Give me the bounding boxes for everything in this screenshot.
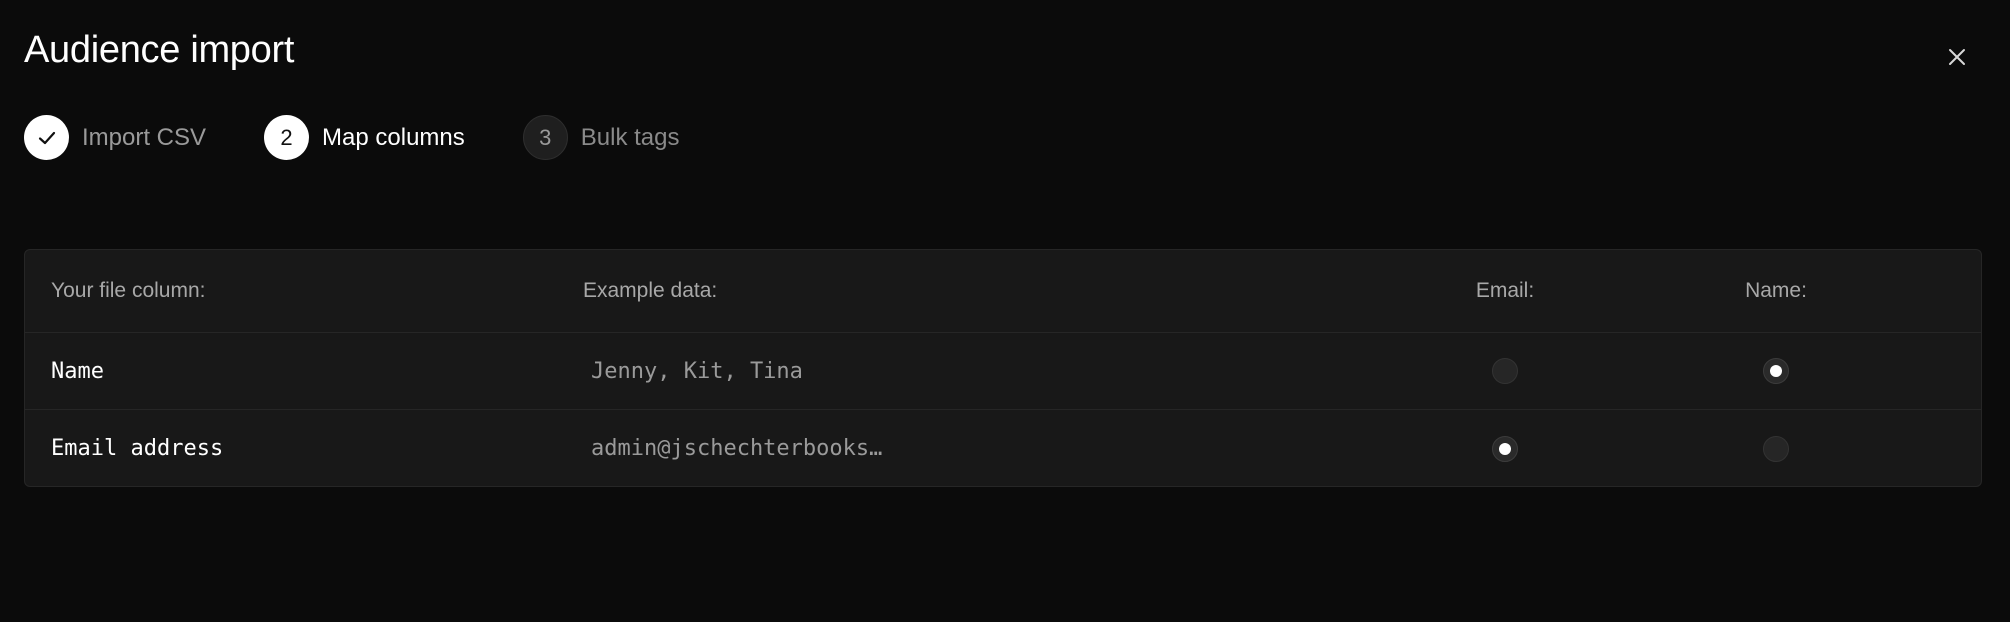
header-email: Email:	[1475, 279, 1535, 302]
step-label: Import CSV	[82, 123, 207, 151]
close-button[interactable]	[1940, 40, 1974, 74]
step-label: Map columns	[322, 123, 465, 151]
email-radio[interactable]	[1492, 435, 1518, 462]
check-icon	[38, 131, 55, 144]
file-column-name: Email address	[51, 436, 224, 461]
step-bulk-tags[interactable]: 3 Bulk tags	[522, 115, 680, 160]
name-radio[interactable]	[1763, 435, 1789, 462]
name-radio[interactable]	[1763, 358, 1789, 384]
stepper: Import CSV 2 Map columns 3 Bulk tags	[24, 115, 737, 160]
file-column-name: Name	[51, 358, 104, 384]
example-data: admin@jschechterbooks…	[591, 436, 883, 461]
header-file-column: Your file column:	[51, 279, 206, 302]
table-row: Name Jenny, Kit, Tina	[25, 333, 1981, 410]
table-row: Email address admin@jschechterbooks…	[25, 410, 1981, 487]
header-name: Name:	[1745, 279, 1807, 302]
step-number: 3	[522, 115, 568, 160]
header-example-data: Example data:	[583, 279, 718, 302]
step-map-columns[interactable]: 2 Map columns	[264, 115, 465, 160]
close-icon[interactable]	[1947, 47, 1967, 67]
column-mapping-table: Your file column: Example data: Email: N…	[24, 249, 1982, 487]
step-complete-indicator	[24, 115, 69, 160]
step-import-csv[interactable]: Import CSV	[24, 115, 206, 160]
dialog-title: Audience import	[24, 29, 295, 71]
step-number: 2	[264, 115, 310, 160]
audience-import-dialog: Audience import Import CSV 2 Map columns…	[0, 0, 2010, 622]
example-data: Jenny, Kit, Tina	[591, 358, 803, 384]
step-label: Bulk tags	[580, 123, 680, 151]
table-header-row: Your file column: Example data: Email: N…	[25, 250, 1981, 333]
email-radio[interactable]	[1492, 358, 1518, 384]
